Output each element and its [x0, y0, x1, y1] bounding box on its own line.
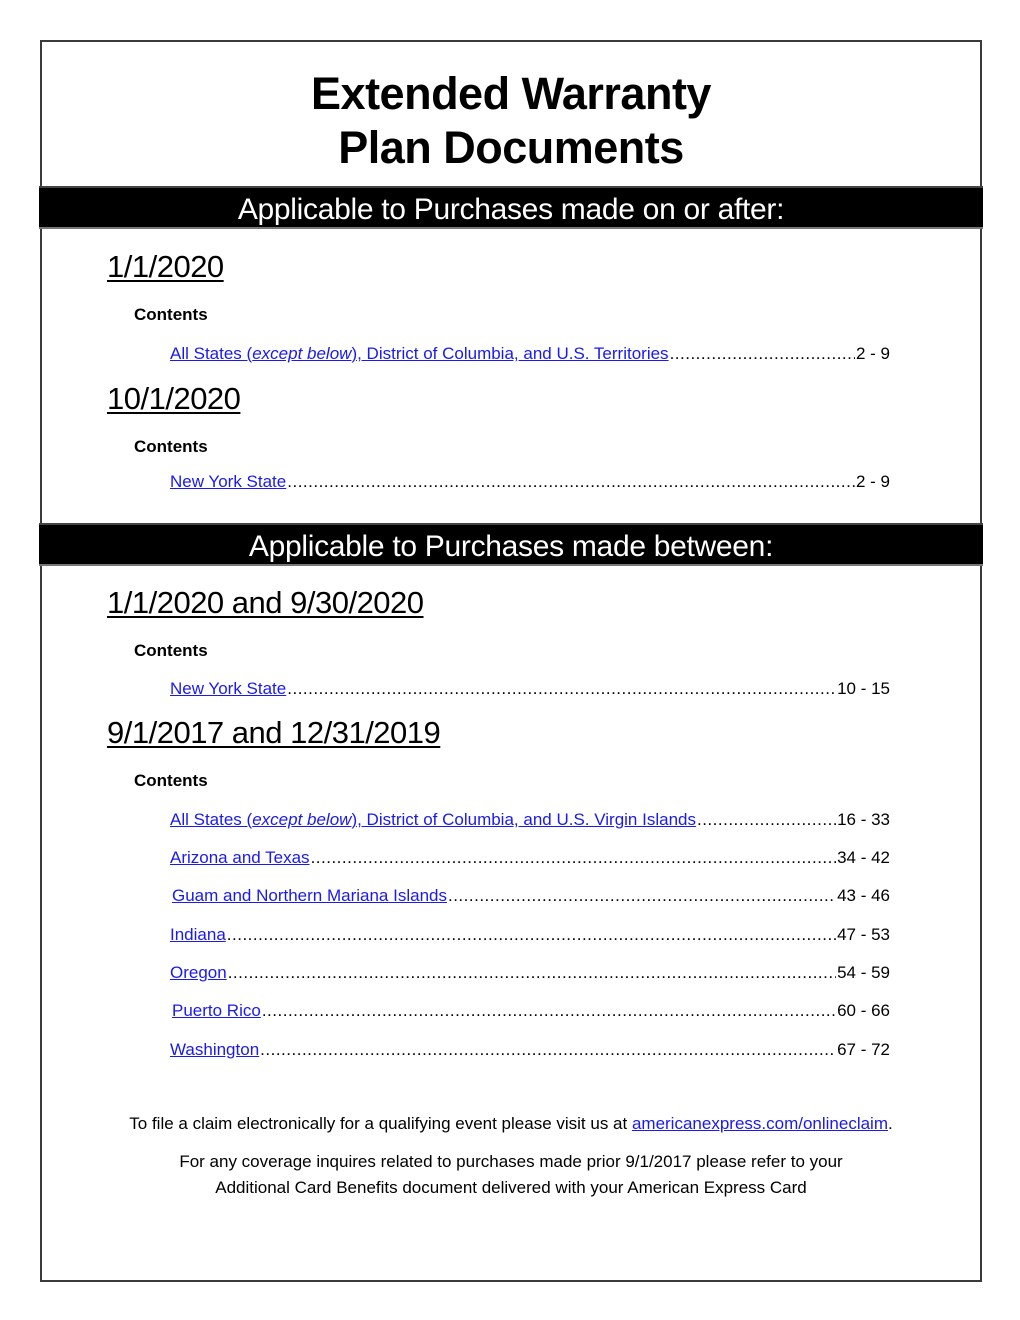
- page-range: 54 - 59: [837, 963, 890, 982]
- toc-link-all-states-virgin-islands[interactable]: All States (except below), District of C…: [170, 810, 696, 830]
- toc-link-guam-northern-mariana[interactable]: Guam and Northern Mariana Islands: [172, 886, 447, 906]
- toc-entry: All States (except below), District of C…: [170, 810, 890, 830]
- date-heading-1-1-2020: 1/1/2020: [107, 249, 224, 284]
- claim-text: To file a claim electronically for a qua…: [129, 1114, 632, 1133]
- link-text: New York State: [170, 472, 287, 491]
- link-text: Indiana: [170, 925, 226, 944]
- toc-link-indiana[interactable]: Indiana: [170, 925, 226, 945]
- toc-link-arizona-texas[interactable]: Arizona and Texas: [170, 848, 310, 868]
- date-heading-2017-2019-range: 9/1/2017 and 12/31/2019: [107, 715, 441, 750]
- toc-link-new-york-state[interactable]: New York State: [170, 679, 286, 699]
- section-banner-between: Applicable to Purchases made between:: [39, 523, 983, 566]
- link-text: Oregon: [170, 963, 227, 982]
- prior-purchases-note-line-1: For any coverage inquires related to pur…: [179, 1152, 843, 1171]
- link-text: New York State: [170, 679, 287, 698]
- dot-leader: [311, 848, 837, 868]
- link-text: Washington: [170, 1040, 260, 1059]
- page-range: 16 - 33: [837, 810, 890, 829]
- dot-leader: [260, 1040, 836, 1060]
- link-text: ), District of Columbia, and U.S. Territ…: [351, 344, 669, 363]
- page-range: 2 - 9: [855, 472, 890, 491]
- link-italic-text: except below: [252, 810, 352, 829]
- toc-entry: Washington 67 - 72: [170, 1040, 890, 1060]
- link-text: All States (: [170, 344, 253, 363]
- page-range: 2 - 9: [855, 344, 890, 363]
- toc-entry: Arizona and Texas 34 - 42: [170, 848, 890, 868]
- toc-entry: Puerto Rico 60 - 66: [172, 1001, 890, 1021]
- document-page: Extended Warranty Plan Documents Applica…: [39, 40, 983, 1282]
- document-title-line-1: Extended Warranty: [311, 68, 711, 119]
- contents-label: Contents: [134, 641, 208, 660]
- link-text: Puerto Rico: [172, 1001, 261, 1020]
- dot-leader: [227, 925, 836, 945]
- link-italic-text: except below: [252, 344, 352, 363]
- online-claim-link[interactable]: americanexpress.com/onlineclaim: [632, 1114, 888, 1133]
- toc-entry: Guam and Northern Mariana Islands 43 - 4…: [172, 886, 890, 906]
- contents-label: Contents: [134, 305, 208, 324]
- toc-entry: New York State 10 - 15: [170, 679, 890, 699]
- claim-end: .: [888, 1114, 893, 1133]
- prior-purchases-note-line-2: Additional Card Benefits document delive…: [215, 1178, 807, 1197]
- dot-leader: [262, 1001, 836, 1021]
- toc-link-washington[interactable]: Washington: [170, 1040, 259, 1060]
- section-banner-on-or-after: Applicable to Purchases made on or after…: [39, 186, 983, 229]
- dot-leader: [287, 679, 836, 699]
- toc-link-puerto-rico[interactable]: Puerto Rico: [172, 1001, 261, 1021]
- toc-entry: Indiana 47 - 53: [170, 925, 890, 945]
- link-text: All States (: [170, 810, 253, 829]
- page-range: 60 - 66: [837, 1001, 890, 1020]
- toc-entry: All States (except below), District of C…: [170, 344, 890, 364]
- claim-note: To file a claim electronically for a qua…: [42, 1111, 980, 1137]
- contents-label: Contents: [134, 771, 208, 790]
- dot-leader: [287, 472, 855, 492]
- link-text: Arizona and Texas: [170, 848, 310, 867]
- link-text: ), District of Columbia, and U.S. Virgin…: [351, 810, 696, 829]
- toc-entry: New York State 2 - 9: [170, 472, 890, 492]
- toc-link-new-york-state[interactable]: New York State: [170, 472, 286, 492]
- toc-link-oregon[interactable]: Oregon: [170, 963, 227, 983]
- contents-label: Contents: [134, 437, 208, 456]
- page-range: 43 - 46: [837, 886, 890, 905]
- dot-leader: [448, 886, 836, 906]
- dot-leader: [228, 963, 836, 983]
- toc-entry: Oregon 54 - 59: [170, 963, 890, 983]
- page-range: 47 - 53: [837, 925, 890, 944]
- page-range: 67 - 72: [837, 1040, 890, 1059]
- page-range: 10 - 15: [837, 679, 890, 698]
- dot-leader: [697, 810, 836, 830]
- dot-leader: [670, 344, 855, 364]
- date-heading-10-1-2020: 10/1/2020: [107, 381, 241, 416]
- document-title-line-2: Plan Documents: [338, 122, 684, 173]
- page-range: 34 - 42: [837, 848, 890, 867]
- date-heading-2020-range: 1/1/2020 and 9/30/2020: [107, 585, 424, 620]
- toc-link-all-states-territories[interactable]: All States (except below), District of C…: [170, 344, 669, 364]
- link-text: Guam and Northern Mariana Islands: [172, 886, 447, 905]
